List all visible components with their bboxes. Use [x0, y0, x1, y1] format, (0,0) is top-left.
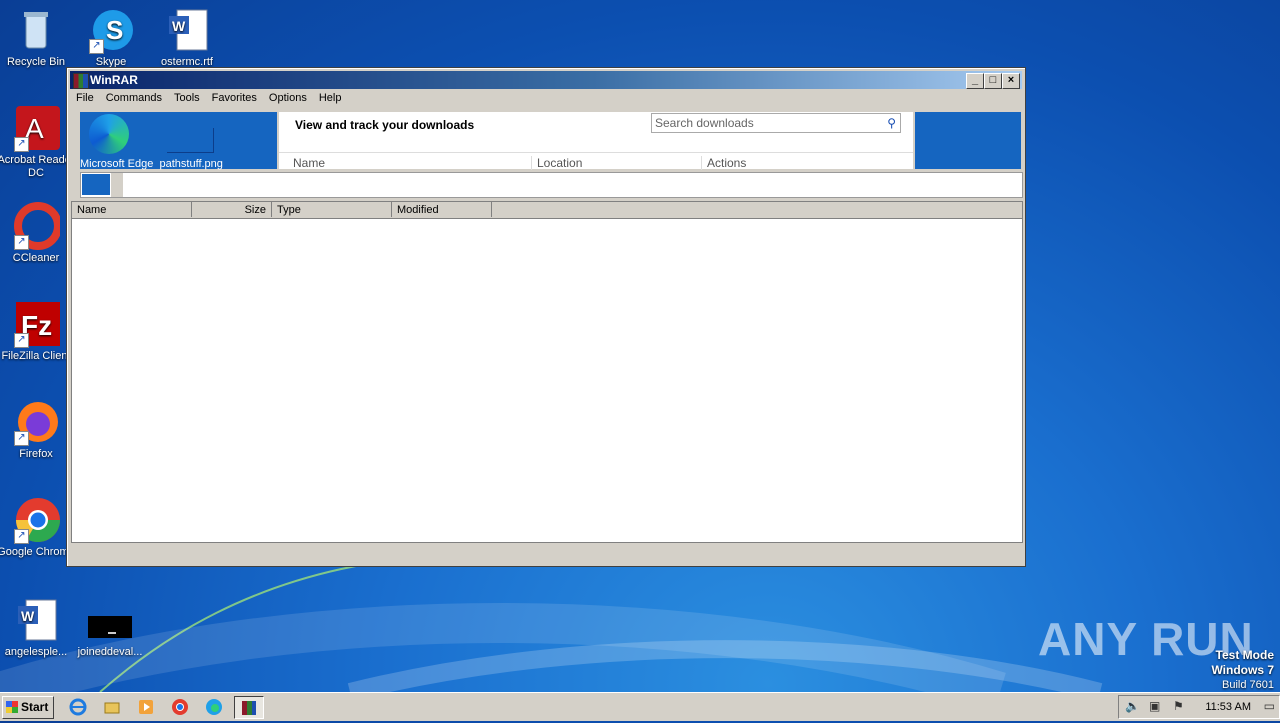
desktop-icon-filezilla[interactable]: Fz ↗ FileZilla Client: [0, 300, 76, 363]
shortcut-arrow-icon: ↗: [14, 137, 29, 152]
taskbar-explorer-icon[interactable]: [100, 696, 124, 717]
filezilla-icon: Fz ↗: [12, 300, 60, 348]
desktop-icon-joineddeval[interactable]: joineddeval...: [70, 596, 150, 659]
address-blue-block: [82, 174, 110, 195]
menu-help[interactable]: Help: [313, 90, 348, 104]
taskbar: Start 🔈 ▣ ⚑ 11:53 AM ▭: [0, 692, 1280, 721]
selection-box: [167, 128, 214, 153]
action-center-flag-icon[interactable]: ⚑: [1173, 699, 1184, 713]
acrobat-icon: A ↗: [12, 104, 60, 152]
desktop-icon-label: joineddeval...: [77, 646, 143, 658]
menu-tools[interactable]: Tools: [168, 90, 206, 104]
shortcut-arrow-icon: ↗: [14, 235, 29, 250]
taskbar-chrome-icon[interactable]: [168, 696, 192, 717]
desktop-icon-chrome[interactable]: ↗ Google Chrome: [0, 496, 76, 559]
address-row: [80, 172, 1023, 198]
menu-commands[interactable]: Commands: [100, 90, 168, 104]
downloads-columns: Name Location Actions: [279, 152, 913, 170]
recycle-bin-icon: [12, 6, 60, 54]
minimize-button[interactable]: _: [966, 73, 984, 89]
downloads-panel: View and track your downloads Search dow…: [279, 112, 913, 170]
menu-options[interactable]: Options: [263, 90, 313, 104]
desktop-icon-skype[interactable]: S ↗ Skype: [71, 6, 151, 69]
test-mode-notice: Test Mode Windows 7 Build 7601: [1211, 648, 1274, 692]
column-name[interactable]: Name: [72, 202, 192, 217]
taskbar-edge-icon[interactable]: [202, 696, 226, 717]
desktop-icon-label: CCleaner: [12, 252, 60, 264]
shortcut-arrow-icon: ↗: [14, 529, 29, 544]
address-separator: [111, 173, 123, 197]
downloads-col-name[interactable]: Name: [293, 156, 325, 170]
ccleaner-icon: ↗: [12, 202, 62, 250]
winrar-window: WinRAR _ □ × File Commands Tools Favorites O…: [66, 67, 1026, 567]
desktop-icon-label: Recycle Bin: [6, 56, 66, 68]
file-list[interactable]: Name Size Type Modified: [71, 201, 1023, 543]
test-mode-line3: Build 7601: [1222, 679, 1274, 691]
shortcut-arrow-icon: ↗: [14, 431, 29, 446]
desktop-icon-label: Acrobat Reader DC: [0, 154, 75, 179]
search-icon[interactable]: ⚲: [887, 116, 896, 130]
edge-icon[interactable]: [89, 114, 129, 154]
window-title: WinRAR: [90, 73, 138, 87]
test-mode-line2: Windows 7: [1211, 663, 1274, 677]
column-type[interactable]: Type: [272, 202, 392, 217]
svg-text:W: W: [21, 608, 35, 624]
winrar-icon: [73, 73, 89, 89]
start-label: Start: [21, 700, 49, 714]
taskbar-media-player-icon[interactable]: [134, 696, 158, 717]
system-tray: 🔈 ▣ ⚑ 11:53 AM ▭: [1118, 695, 1280, 719]
firefox-icon: ↗: [12, 398, 60, 446]
overlay-blue-panel: [915, 112, 1021, 169]
word-document-icon: W: [12, 596, 60, 644]
search-downloads-input[interactable]: Search downloads ⚲: [651, 113, 901, 133]
file-list-header: Name Size Type Modified: [72, 202, 1022, 219]
column-modified[interactable]: Modified: [392, 202, 492, 217]
close-button[interactable]: ×: [1002, 73, 1020, 89]
menubar: File Commands Tools Favorites Options Help: [70, 90, 1022, 108]
desktop-icon-label: Google Chrome: [0, 546, 75, 558]
file-label: pathstuff.png: [159, 158, 223, 170]
shortcut-arrow-icon: ↗: [14, 333, 29, 348]
taskbar-ie-icon[interactable]: [66, 696, 90, 717]
edge-label: Microsoft Edge: [80, 158, 154, 170]
desktop-icon-acrobat[interactable]: A ↗ Acrobat Reader DC: [0, 104, 76, 180]
menu-file[interactable]: File: [70, 90, 100, 104]
downloads-col-actions[interactable]: Actions: [701, 156, 746, 170]
desktop-icon-label: Firefox: [19, 448, 53, 460]
edge-overlay-panel: Microsoft Edge pathstuff.png: [80, 112, 277, 170]
downloads-col-location[interactable]: Location: [531, 156, 582, 170]
desktop-icon-angelesple[interactable]: W angelesple...: [0, 596, 76, 659]
shortcut-arrow-icon: ↗: [89, 39, 104, 54]
desktop-icon-ccleaner[interactable]: ↗ CCleaner: [0, 202, 76, 265]
chrome-icon: ↗: [12, 496, 60, 544]
network-icon[interactable]: ▣: [1149, 699, 1160, 713]
window-titlebar[interactable]: WinRAR _ □ ×: [70, 71, 1022, 89]
column-size[interactable]: Size: [192, 202, 272, 217]
desktop-icon-ostermc[interactable]: W ostermc.rtf: [147, 6, 227, 69]
volume-icon[interactable]: 🔈: [1125, 699, 1140, 713]
edge-overlay-labels: Microsoft Edge pathstuff.png: [80, 158, 223, 170]
status-bar: [71, 544, 1021, 562]
show-desktop-icon[interactable]: ▭: [1264, 699, 1275, 713]
test-mode-line1: Test Mode: [1215, 648, 1274, 662]
menu-favorites[interactable]: Favorites: [206, 90, 263, 104]
desktop-icon-label: angelesple...: [4, 646, 68, 658]
maximize-button[interactable]: □: [984, 73, 1002, 89]
windows-flag-icon: [6, 701, 18, 713]
desktop-icon-recycle-bin[interactable]: Recycle Bin: [0, 6, 76, 69]
start-button[interactable]: Start: [2, 696, 54, 719]
skype-icon: S ↗: [87, 6, 135, 54]
search-placeholder: Search downloads: [655, 116, 754, 130]
downloads-heading: View and track your downloads: [295, 118, 475, 132]
svg-text:S: S: [106, 15, 123, 45]
desktop-icon-label: FileZilla Client: [1, 350, 71, 362]
clock[interactable]: 11:53 AM: [1205, 701, 1251, 713]
desktop-icon-firefox[interactable]: ↗ Firefox: [0, 398, 76, 461]
svg-text:W: W: [172, 18, 186, 34]
executable-icon: [86, 596, 134, 644]
word-document-icon: W: [163, 6, 211, 54]
taskbar-winrar-icon[interactable]: [234, 696, 264, 719]
